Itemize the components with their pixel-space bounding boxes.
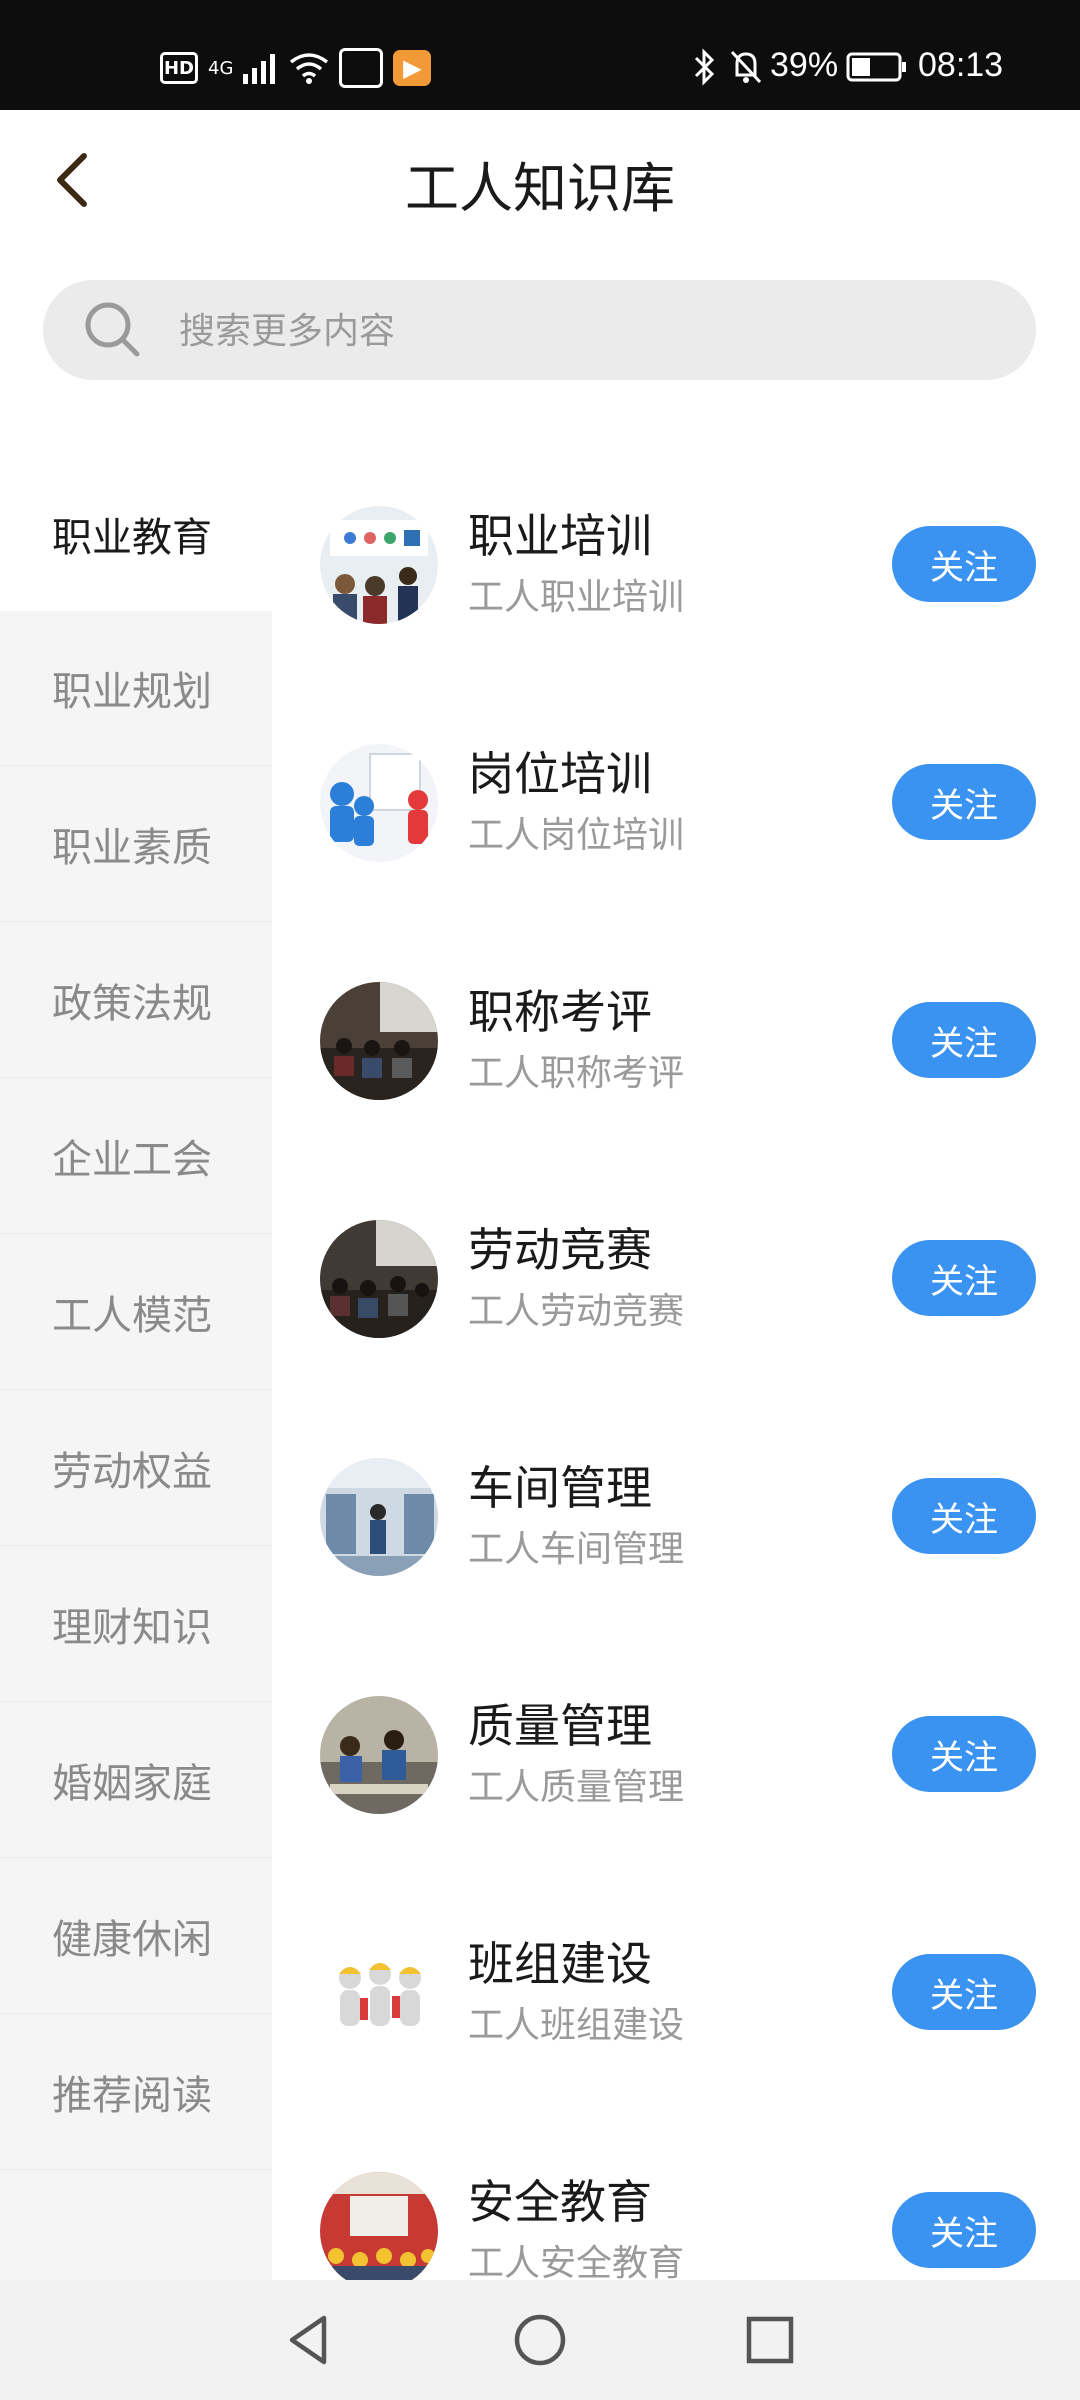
bluetooth-icon <box>694 48 715 86</box>
follow-button[interactable]: 关注 <box>892 1002 1036 1078</box>
search-bar[interactable] <box>43 280 1036 382</box>
item-subtitle: 工人安全教育 <box>468 2243 685 2284</box>
search-input[interactable] <box>177 280 981 382</box>
sidebar-item-label: 婚姻家庭 <box>52 1761 212 1807</box>
sidebar-item-policies-regulations[interactable]: 政策法规 <box>0 923 272 1078</box>
sidebar-item-label: 劳动权益 <box>52 1449 212 1495</box>
status-icons-left: HD 4G ▶ <box>160 48 432 88</box>
follow-button[interactable]: 关注 <box>892 2192 1036 2268</box>
thumbnail-image <box>320 744 438 862</box>
sidebar-item-recommended-reading[interactable]: 推荐阅读 <box>0 2015 272 2170</box>
sidebar-item-health-leisure[interactable]: 健康休闲 <box>0 1859 272 2014</box>
sidebar-item-label: 推荐阅读 <box>52 2073 212 2119</box>
list-item[interactable]: 职称考评 工人职称考评 关注 <box>272 920 1080 1158</box>
signal-icon <box>243 54 276 84</box>
mute-bell-icon <box>730 50 762 84</box>
status-bar: HD 4G ▶ 39% 08:13 <box>0 0 1080 110</box>
sidebar-item-model-workers[interactable]: 工人模范 <box>0 1235 272 1390</box>
thumbnail-image <box>320 1220 438 1338</box>
list-item[interactable]: 劳动竞赛 工人劳动竞赛 关注 <box>272 1158 1080 1396</box>
item-subtitle: 工人职业培训 <box>468 577 685 618</box>
app-header: 工人知识库 <box>0 110 1080 250</box>
follow-button[interactable]: 关注 <box>892 764 1036 840</box>
battery-icon <box>846 52 906 82</box>
sidebar-item-vocational-education[interactable]: 职业教育 <box>0 456 272 611</box>
thumbnail-image <box>320 1458 438 1576</box>
item-title: 质量管理 <box>468 1699 652 1753</box>
wifi-icon <box>290 53 329 84</box>
list-item[interactable]: 车间管理 工人车间管理 关注 <box>272 1396 1080 1634</box>
thumbnail-image <box>320 2172 438 2290</box>
item-subtitle: 工人车间管理 <box>468 1529 685 1570</box>
page-title: 工人知识库 <box>405 157 675 220</box>
sidebar-item-professional-quality[interactable]: 职业素质 <box>0 767 272 922</box>
item-subtitle: 工人岗位培训 <box>468 815 685 856</box>
network-type: 4G <box>208 57 234 79</box>
item-subtitle: 工人劳动竞赛 <box>468 1291 685 1332</box>
list-item[interactable]: 岗位培训 工人岗位培训 关注 <box>272 682 1080 920</box>
sidebar-item-label: 工人模范 <box>52 1293 212 1339</box>
sidebar-item-label: 健康休闲 <box>52 1917 212 1963</box>
sidebar-item-marriage-family[interactable]: 婚姻家庭 <box>0 1703 272 1858</box>
hd-label: HD <box>163 57 194 79</box>
item-subtitle: 工人班组建设 <box>468 2005 685 2046</box>
follow-button[interactable]: 关注 <box>892 526 1036 602</box>
follow-button[interactable]: 关注 <box>892 1716 1036 1792</box>
item-title: 职称考评 <box>468 985 652 1039</box>
triangle-back-icon[interactable] <box>280 2310 340 2370</box>
sidebar-item-label: 企业工会 <box>52 1137 212 1183</box>
follow-button[interactable]: 关注 <box>892 1478 1036 1554</box>
list-item[interactable]: 质量管理 工人质量管理 关注 <box>272 1634 1080 1872</box>
hd-icon: HD <box>160 52 198 84</box>
search-icon <box>85 302 140 357</box>
thumbnail-image <box>320 506 438 624</box>
sidebar-item-career-planning[interactable]: 职业规划 <box>0 611 272 766</box>
sidebar-item-label: 职业规划 <box>52 669 212 715</box>
item-title: 职业培训 <box>468 509 652 563</box>
sidebar-item-label: 职业教育 <box>52 514 212 561</box>
system-nav-bar <box>0 2280 1080 2400</box>
list-item[interactable]: 班组建设 工人班组建设 关注 <box>272 1872 1080 2110</box>
item-title: 班组建设 <box>468 1937 652 1991</box>
sidebar-item-enterprise-union[interactable]: 企业工会 <box>0 1079 272 1234</box>
item-title: 岗位培训 <box>468 747 652 801</box>
sidebar-item-labor-rights[interactable]: 劳动权益 <box>0 1391 272 1546</box>
thumbnail-image <box>320 982 438 1100</box>
battery-percent: 39% <box>770 46 839 84</box>
item-title: 车间管理 <box>468 1461 652 1515</box>
thumbnail-image <box>320 1696 438 1814</box>
sidebar-item-label: 职业素质 <box>52 825 212 871</box>
follow-button[interactable]: 关注 <box>892 1240 1036 1316</box>
square-recents-icon[interactable] <box>740 2310 800 2370</box>
item-subtitle: 工人职称考评 <box>468 1053 685 1094</box>
app-notification-icon <box>339 48 384 88</box>
circle-home-icon[interactable] <box>510 2310 570 2370</box>
category-sidebar: 职业教育 职业规划 职业素质 政策法规 企业工会 工人模范 劳动权益 理财知识 … <box>0 456 272 2280</box>
thumbnail-image <box>320 1934 438 2052</box>
item-subtitle: 工人质量管理 <box>468 1767 685 1808</box>
sidebar-item-label: 理财知识 <box>52 1605 212 1651</box>
item-title: 安全教育 <box>468 2175 652 2229</box>
sidebar-item-finance-knowledge[interactable]: 理财知识 <box>0 1547 272 1702</box>
clock: 08:13 <box>918 46 1004 84</box>
list-item[interactable]: 职业培训 工人职业培训 关注 <box>272 444 1080 682</box>
video-app-icon: ▶ <box>393 50 432 86</box>
follow-button[interactable]: 关注 <box>892 1954 1036 2030</box>
item-title: 劳动竞赛 <box>468 1223 652 1277</box>
sidebar-item-label: 政策法规 <box>52 981 212 1027</box>
